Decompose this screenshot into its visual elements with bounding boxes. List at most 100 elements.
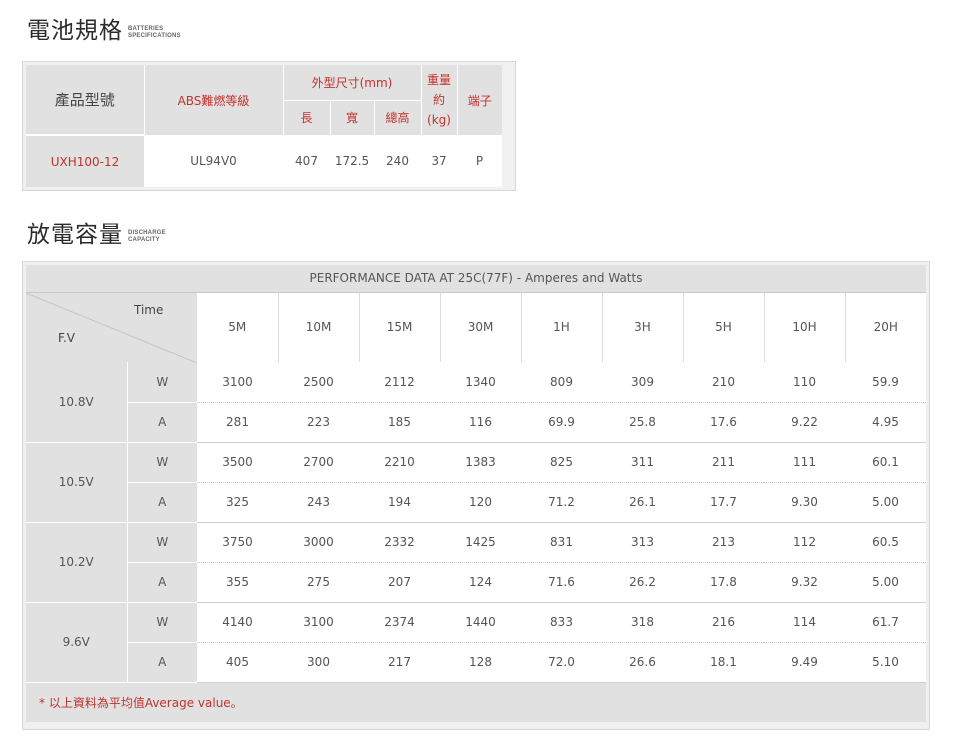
header-length: 長: [283, 100, 331, 135]
corner-fv-label: F.V: [58, 330, 75, 345]
voltage-cell: 10.5V: [26, 442, 127, 523]
value-cell: 325: [197, 482, 278, 523]
header-terminal: 端子: [457, 65, 502, 135]
value-cell: 61.7: [845, 602, 926, 643]
perf-caption: PERFORMANCE DATA AT 25C(77F) - Amperes a…: [26, 265, 926, 293]
value-cell: 69.9: [521, 402, 602, 443]
value-cell: 17.8: [683, 562, 764, 603]
table-row: A 281 223 185 116 69.9 25.8 17.6 9.22 4.95: [26, 402, 926, 443]
perf-table-frame: PERFORMANCE DATA AT 25C(77F) - Amperes a…: [22, 261, 930, 730]
value-cell: 17.7: [683, 482, 764, 523]
value-cell: 185: [359, 402, 440, 443]
value-cell: 26.2: [602, 562, 683, 603]
value-cell: 243: [278, 482, 359, 523]
table-row: 10.8V W 3100 2500 2112 1340 809 309 210 110 59.9: [26, 362, 926, 443]
value-cell: 59.9: [845, 362, 926, 403]
column-header-3h: 3H: [602, 292, 684, 362]
value-cell: 207: [359, 562, 440, 603]
specs-subtitle-line2: SPECIFICATIONS: [128, 33, 181, 39]
spec-table-frame: 產品型號 ABS難燃等級 外型尺寸(mm) 重量約(kg) 端子 長 寬 總高 …: [22, 61, 516, 191]
specs-section-title: 電池規格 BATTERIES SPECIFICATIONS: [27, 18, 181, 44]
value-cell: 1440: [440, 602, 521, 643]
value-cell: 114: [764, 602, 845, 643]
value-cell: 9.30: [764, 482, 845, 523]
specs-subtitle: BATTERIES SPECIFICATIONS: [128, 26, 181, 40]
height-cell: 240: [374, 135, 421, 187]
value-cell: 5.10: [845, 642, 926, 683]
voltage-cell: 10.2V: [26, 522, 127, 603]
unit-cell: W: [126, 362, 197, 403]
value-cell: 72.0: [521, 642, 602, 683]
value-cell: 25.8: [602, 402, 683, 443]
value-cell: 26.6: [602, 642, 683, 683]
value-cell: 26.1: [602, 482, 683, 523]
header-width: 寬: [330, 100, 375, 135]
value-cell: 3100: [197, 362, 278, 403]
column-header-5m: 5M: [197, 292, 279, 362]
value-cell: 833: [521, 602, 602, 643]
value-cell: 9.32: [764, 562, 845, 603]
value-cell: 3100: [278, 602, 359, 643]
value-cell: 2500: [278, 362, 359, 403]
value-cell: 5.00: [845, 482, 926, 523]
table-row: 10.2V W 3750 3000 2332 1425 831 313 213 112 60.5: [26, 522, 926, 603]
value-cell: 210: [683, 362, 764, 403]
discharge-subtitle-line2: CAPACITY: [128, 237, 160, 243]
value-cell: 216: [683, 602, 764, 643]
perf-table: PERFORMANCE DATA AT 25C(77F) - Amperes a…: [26, 265, 926, 722]
discharge-subtitle-line1: DISCHARGE: [128, 230, 166, 236]
value-cell: 2700: [278, 442, 359, 483]
value-cell: 313: [602, 522, 683, 563]
unit-cell: A: [126, 562, 197, 603]
column-header-30m: 30M: [440, 292, 522, 362]
value-cell: 60.1: [845, 442, 926, 483]
value-cell: 3000: [278, 522, 359, 563]
corner-header: Time F.V: [26, 292, 197, 363]
unit-cell: W: [126, 522, 197, 563]
value-cell: 17.6: [683, 402, 764, 443]
specs-title: 電池規格: [27, 18, 123, 44]
value-cell: 281: [197, 402, 278, 443]
value-cell: 275: [278, 562, 359, 603]
value-cell: 120: [440, 482, 521, 523]
weight-cell: 37: [421, 135, 457, 187]
value-cell: 2210: [359, 442, 440, 483]
abs-cell: UL94V0: [144, 135, 283, 187]
value-cell: 825: [521, 442, 602, 483]
unit-cell: W: [126, 442, 197, 483]
value-cell: 355: [197, 562, 278, 603]
header-height: 總高: [374, 100, 422, 135]
specs-subtitle-line1: BATTERIES: [128, 26, 164, 32]
value-cell: 831: [521, 522, 602, 563]
column-header-20h: 20H: [845, 292, 926, 362]
value-cell: 309: [602, 362, 683, 403]
value-cell: 116: [440, 402, 521, 443]
header-model: 產品型號: [26, 65, 145, 135]
value-cell: 111: [764, 442, 845, 483]
value-cell: 4140: [197, 602, 278, 643]
voltage-cell: 10.8V: [26, 362, 127, 443]
value-cell: 311: [602, 442, 683, 483]
value-cell: 5.00: [845, 562, 926, 603]
table-row: A 355 275 207 124 71.6 26.2 17.8 9.32 5.00: [26, 562, 926, 603]
value-cell: 1340: [440, 362, 521, 403]
unit-cell: A: [126, 402, 197, 443]
value-cell: 2332: [359, 522, 440, 563]
header-dimensions: 外型尺寸(mm): [283, 65, 422, 101]
discharge-title: 放電容量: [27, 222, 123, 248]
value-cell: 405: [197, 642, 278, 683]
unit-cell: W: [126, 602, 197, 643]
value-cell: 194: [359, 482, 440, 523]
value-cell: 1425: [440, 522, 521, 563]
value-cell: 211: [683, 442, 764, 483]
column-header-1h: 1H: [521, 292, 603, 362]
table-row: 9.6V W 4140 3100 2374 1440 833 318 216 114 61.7: [26, 602, 926, 683]
value-cell: 1383: [440, 442, 521, 483]
column-header-10h: 10H: [764, 292, 846, 362]
corner-diagonal: [26, 292, 197, 363]
value-cell: 217: [359, 642, 440, 683]
value-cell: 9.22: [764, 402, 845, 443]
column-header-15m: 15M: [359, 292, 441, 362]
width-cell: 172.5: [330, 135, 374, 187]
unit-cell: A: [126, 642, 197, 683]
